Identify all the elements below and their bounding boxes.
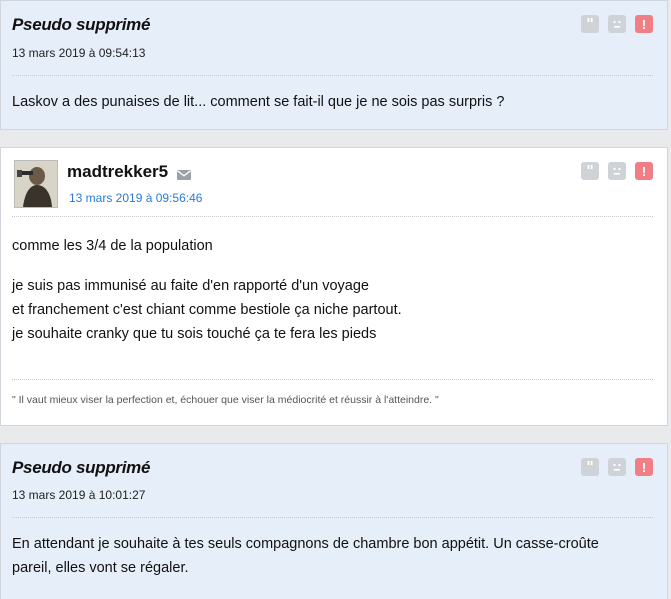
sad-face-icon[interactable]: [608, 458, 626, 476]
forum-post: Pseudo supprimé 13 mars 2019 à 10:01:27 …: [0, 443, 668, 599]
post-message: En attendant je souhaite à tes seuls com…: [12, 532, 655, 580]
message-line: Laskov a des punaises de lit... comment …: [12, 94, 505, 110]
post-signature: " Il vaut mieux viser la perfection et, …: [12, 394, 439, 406]
message-line: pareil, elles vont se régaler.: [12, 560, 189, 576]
post-author[interactable]: madtrekker5: [67, 162, 168, 182]
quote-icon[interactable]: ": [581, 458, 599, 476]
post-message: comme les 3/4 de la population je suis p…: [12, 234, 655, 346]
post-actions: " !: [581, 458, 653, 476]
message-line: et franchement c'est chiant comme bestio…: [12, 302, 402, 318]
message-line: En attendant je souhaite à tes seuls com…: [12, 536, 599, 552]
sad-face-icon[interactable]: [608, 162, 626, 180]
avatar[interactable]: [14, 160, 58, 208]
post-author: Pseudo supprimé: [12, 458, 151, 477]
separator: [12, 379, 653, 380]
quote-icon[interactable]: ": [581, 162, 599, 180]
alert-icon[interactable]: !: [635, 458, 653, 476]
post-actions: " !: [581, 162, 653, 180]
post-author: Pseudo supprimé: [12, 15, 151, 34]
separator: [12, 75, 653, 76]
envelope-icon[interactable]: [177, 167, 191, 185]
quote-icon[interactable]: ": [581, 15, 599, 33]
message-line: comme les 3/4 de la population: [12, 238, 213, 254]
alert-icon[interactable]: !: [635, 15, 653, 33]
separator: [12, 517, 653, 518]
post-message: Laskov a des punaises de lit... comment …: [12, 90, 655, 114]
message-line: je suis pas immunisé au faite d'en rappo…: [12, 278, 369, 294]
separator: [12, 216, 653, 217]
forum-post: madtrekker5 13 mars 2019 à 09:56:46 " ! …: [0, 147, 668, 426]
alert-icon[interactable]: !: [635, 162, 653, 180]
post-actions: " !: [581, 15, 653, 33]
post-date[interactable]: 13 mars 2019 à 09:54:13: [12, 46, 145, 60]
post-date[interactable]: 13 mars 2019 à 09:56:46: [69, 191, 202, 205]
sad-face-icon[interactable]: [608, 15, 626, 33]
forum-post: Pseudo supprimé 13 mars 2019 à 09:54:13 …: [0, 0, 668, 130]
message-line: je souhaite cranky que tu sois touché ça…: [12, 326, 377, 342]
post-date[interactable]: 13 mars 2019 à 10:01:27: [12, 488, 145, 502]
